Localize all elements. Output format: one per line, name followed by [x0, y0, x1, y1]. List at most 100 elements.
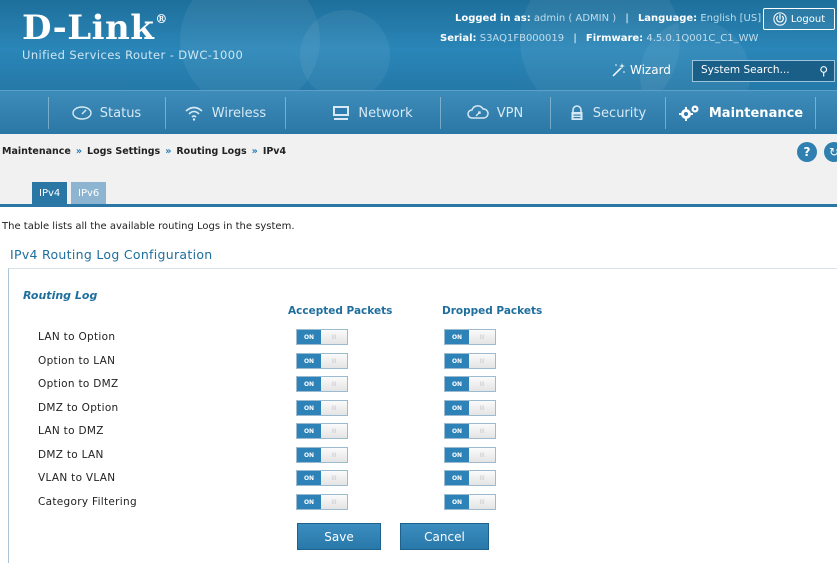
toggle-on-label: ON — [445, 495, 469, 509]
accepted-packets-header: Accepted Packets — [288, 305, 393, 317]
tab-bar: IPv4 IPv6 — [0, 170, 837, 207]
toggle-off-grip: III — [469, 401, 495, 415]
toggle-on-label: ON — [445, 401, 469, 415]
accepted-packets-toggle[interactable]: ON III — [296, 423, 348, 439]
save-button[interactable]: Save — [297, 523, 381, 550]
toggle-off-grip: III — [321, 401, 347, 415]
routing-log-panel: Routing Log Accepted Packets Dropped Pac… — [8, 268, 837, 563]
accepted-packets-toggle[interactable]: ON III — [296, 447, 348, 463]
tab-ipv6[interactable]: IPv6 — [71, 182, 107, 204]
toggle-on-label: ON — [297, 330, 321, 344]
system-search-input[interactable]: System Search... ⚲ — [692, 60, 835, 82]
breadcrumb-bar: Maintenance» Logs Settings» Routing Logs» I… — [0, 134, 837, 171]
header-banner: D-Link® Unified Services Router - DWC-10… — [0, 0, 837, 90]
dropped-packets-toggle[interactable]: ON III — [444, 376, 496, 392]
dropped-packets-toggle[interactable]: ON III — [444, 400, 496, 416]
cancel-button[interactable]: Cancel — [400, 523, 489, 550]
help-icon[interactable]: ? — [797, 142, 817, 162]
power-icon — [773, 12, 787, 26]
toggle-off-grip: III — [469, 330, 495, 344]
routing-log-row-label: Option to LAN — [38, 355, 116, 367]
nav-maintenance[interactable]: Maintenance — [665, 91, 815, 135]
toggle-off-grip: III — [321, 495, 347, 509]
toggle-on-label: ON — [297, 424, 321, 438]
page-description: The table lists all the available routin… — [2, 221, 295, 232]
toggle-off-grip: III — [469, 377, 495, 391]
serial-value: S3AQ1FB000019 — [479, 33, 565, 44]
toggle-off-grip: III — [469, 448, 495, 462]
accepted-packets-toggle[interactable]: ON III — [296, 494, 348, 510]
toggle-off-grip: III — [321, 330, 347, 344]
routing-log-row-label: VLAN to VLAN — [38, 472, 116, 484]
toggle-on-label: ON — [297, 448, 321, 462]
nav-network[interactable]: Network — [305, 91, 440, 135]
nav-status[interactable]: Status — [48, 91, 165, 135]
routing-log-row-label: LAN to Option — [38, 331, 116, 343]
dropped-packets-toggle[interactable]: ON III — [444, 447, 496, 463]
device-info: Serial: S3AQ1FB000019 | Firmware: 4.5.0.… — [440, 33, 759, 44]
dropped-packets-header: Dropped Packets — [442, 305, 543, 317]
language-value[interactable]: English [US] — [700, 13, 761, 24]
breadcrumb-item[interactable]: Routing Logs — [176, 146, 246, 157]
nav-security[interactable]: Security — [550, 91, 665, 135]
routing-log-row-label: DMZ to LAN — [38, 449, 104, 461]
dropped-packets-toggle[interactable]: ON III — [444, 329, 496, 345]
refresh-icon[interactable]: ↻ — [824, 142, 837, 162]
magic-wand-icon — [612, 63, 625, 77]
toggle-off-grip: III — [469, 424, 495, 438]
gears-icon — [678, 105, 699, 121]
dropped-packets-toggle[interactable]: ON III — [444, 353, 496, 369]
toggle-on-label: ON — [445, 448, 469, 462]
accepted-packets-toggle[interactable]: ON III — [296, 470, 348, 486]
main-nav: Status Wireless Network VPN Security Mai… — [0, 90, 837, 135]
breadcrumb-item[interactable]: Logs Settings — [87, 146, 160, 157]
breadcrumb-item: IPv4 — [262, 146, 287, 157]
logged-in-user: admin ( ADMIN ) — [533, 13, 617, 24]
accepted-packets-toggle[interactable]: ON III — [296, 376, 348, 392]
toggle-on-label: ON — [297, 495, 321, 509]
toggle-on-label: ON — [445, 330, 469, 344]
toggle-on-label: ON — [445, 377, 469, 391]
brand-logo: D-Link® — [22, 8, 168, 48]
accepted-packets-toggle[interactable]: ON III — [296, 353, 348, 369]
lock-icon — [571, 105, 583, 120]
toggle-off-grip: III — [321, 354, 347, 368]
toggle-on-label: ON — [297, 401, 321, 415]
toggle-off-grip: III — [321, 377, 347, 391]
toggle-off-grip: III — [321, 471, 347, 485]
routing-log-row-label: Option to DMZ — [38, 378, 119, 390]
toggle-on-label: ON — [445, 354, 469, 368]
section-title: IPv4 Routing Log Configuration — [10, 247, 213, 262]
dropped-packets-toggle[interactable]: ON III — [444, 470, 496, 486]
breadcrumb-item[interactable]: Maintenance — [2, 146, 71, 157]
product-name: Unified Services Router - DWC-1000 — [22, 48, 244, 62]
toggle-on-label: ON — [445, 471, 469, 485]
logout-button[interactable]: Logout — [763, 8, 835, 30]
dropped-packets-toggle[interactable]: ON III — [444, 423, 496, 439]
toggle-on-label: ON — [297, 377, 321, 391]
accepted-packets-toggle[interactable]: ON III — [296, 400, 348, 416]
cloud-icon — [467, 105, 489, 119]
login-info: Logged in as: admin ( ADMIN ) | Language… — [455, 13, 762, 24]
toggle-on-label: ON — [297, 354, 321, 368]
search-icon[interactable]: ⚲ — [819, 64, 828, 78]
toggle-on-label: ON — [445, 424, 469, 438]
toggle-off-grip: III — [321, 448, 347, 462]
accepted-packets-toggle[interactable]: ON III — [296, 329, 348, 345]
routing-log-row-label: DMZ to Option — [38, 402, 119, 414]
wifi-icon — [185, 106, 203, 121]
toggle-on-label: ON — [297, 471, 321, 485]
nav-vpn[interactable]: VPN — [440, 91, 550, 135]
breadcrumb: Maintenance» Logs Settings» Routing Logs» I… — [2, 146, 287, 157]
routing-log-row-label: Category Filtering — [38, 496, 137, 508]
tab-ipv4[interactable]: IPv4 — [32, 182, 68, 204]
routing-log-row-label: LAN to DMZ — [38, 425, 104, 437]
toggle-off-grip: III — [469, 471, 495, 485]
routing-log-title: Routing Log — [23, 289, 98, 302]
firmware-value: 4.5.0.1Q001C_C1_WW — [646, 33, 759, 44]
nav-wireless[interactable]: Wireless — [165, 91, 285, 135]
dropped-packets-toggle[interactable]: ON III — [444, 494, 496, 510]
gauge-icon — [72, 106, 92, 120]
toggle-off-grip: III — [321, 424, 347, 438]
wizard-link[interactable]: Wizard — [610, 62, 671, 78]
